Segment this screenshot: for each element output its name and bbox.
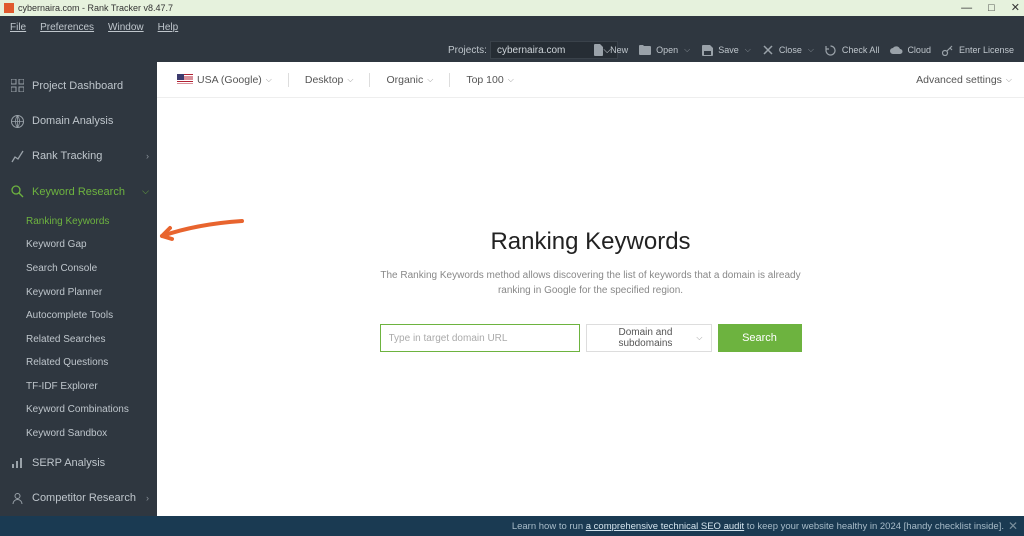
sidebar-sub-tfidf-explorer[interactable]: TF-IDF Explorer	[0, 375, 157, 399]
divider	[449, 73, 450, 87]
chevron-right-icon: ›	[146, 493, 149, 503]
projects-label: Projects:	[448, 45, 487, 56]
divider	[369, 73, 370, 87]
top-dropdown[interactable]: Top 100 ⌵	[458, 74, 521, 86]
sidebar-sub-search-console[interactable]: Search Console	[0, 257, 157, 281]
sidebar-item-rank-tracking[interactable]: Rank Tracking ›	[0, 139, 157, 174]
menu-preferences[interactable]: Preferences	[40, 22, 94, 33]
sidebar-sub-autocomplete-tools[interactable]: Autocomplete Tools	[0, 304, 157, 328]
chevron-down-icon: ⌵	[745, 45, 751, 55]
minimize-button[interactable]: —	[961, 0, 972, 16]
open-button[interactable]: Open ⌵	[638, 43, 690, 57]
sidebar-sub-related-questions[interactable]: Related Questions	[0, 351, 157, 375]
close-icon	[761, 43, 775, 57]
chevron-down-icon: ⌵	[142, 186, 149, 197]
chevron-right-icon: ›	[146, 151, 149, 161]
sidebar-item-domain-analysis[interactable]: Domain Analysis	[0, 103, 157, 138]
region-dropdown[interactable]: USA (Google) ⌵	[169, 74, 280, 86]
sidebar-item-competitor-research[interactable]: Competitor Research ›	[0, 481, 157, 516]
users-icon	[10, 491, 24, 505]
sidebar-sub-keyword-planner[interactable]: Keyword Planner	[0, 280, 157, 304]
mode-dropdown[interactable]: Organic ⌵	[378, 74, 441, 86]
maximize-button[interactable]: □	[988, 0, 995, 16]
sidebar-sub-keyword-combinations[interactable]: Keyword Combinations	[0, 398, 157, 422]
target-domain-input[interactable]	[380, 324, 580, 352]
dashboard-icon	[10, 79, 24, 93]
chevron-down-icon: ⌵	[427, 75, 433, 85]
sidebar: Project Dashboard Domain Analysis Rank T…	[0, 62, 157, 516]
chevron-down-icon: ⌵	[266, 75, 272, 85]
new-button[interactable]: New	[592, 43, 628, 57]
sidebar-sub-related-searches[interactable]: Related Searches	[0, 327, 157, 351]
enter-license-button[interactable]: Enter License	[941, 43, 1014, 57]
toolbar: Projects: cybernaira.com ⌵ New Open ⌵ Sa…	[0, 38, 1024, 62]
menu-help[interactable]: Help	[158, 22, 179, 33]
cloud-button[interactable]: Cloud	[889, 43, 931, 57]
chevron-down-icon: ⌵	[684, 45, 690, 55]
chart-icon	[10, 149, 24, 163]
sidebar-sub-keyword-gap[interactable]: Keyword Gap	[0, 233, 157, 257]
footer-link[interactable]: a comprehensive technical SEO audit	[586, 521, 744, 532]
window-titlebar: cybernaira.com - Rank Tracker v8.47.7 — …	[0, 0, 1024, 16]
footer-close-button[interactable]: ✕	[1008, 519, 1018, 533]
chevron-down-icon: ⌵	[347, 75, 353, 85]
save-icon	[700, 43, 714, 57]
bars-icon	[10, 456, 24, 470]
advanced-settings-dropdown[interactable]: Advanced settings ⌵	[916, 74, 1012, 86]
check-all-button[interactable]: Check All	[824, 43, 880, 57]
page-description: The Ranking Keywords method allows disco…	[371, 268, 811, 298]
project-selected: cybernaira.com	[497, 45, 565, 56]
sidebar-sub-ranking-keywords[interactable]: Ranking Keywords	[0, 210, 157, 234]
chevron-down-icon: ⌵	[808, 45, 814, 55]
search-icon	[10, 185, 24, 199]
chevron-down-icon: ⌵	[508, 75, 514, 85]
key-icon	[941, 43, 955, 57]
save-button[interactable]: Save ⌵	[700, 43, 751, 57]
page-title: Ranking Keywords	[157, 228, 1024, 256]
globe-icon	[10, 114, 24, 128]
search-button[interactable]: Search	[718, 324, 802, 352]
file-icon	[592, 43, 606, 57]
content-area: USA (Google) ⌵ Desktop ⌵ Organic ⌵ Top 1…	[157, 62, 1024, 516]
sidebar-item-keyword-research[interactable]: Keyword Research ⌵	[0, 174, 157, 209]
scope-dropdown[interactable]: Domain and subdomains ⌵	[586, 324, 712, 352]
footer-bar: Learn how to run a comprehensive technic…	[0, 516, 1024, 536]
divider	[288, 73, 289, 87]
usa-flag-icon	[177, 74, 193, 85]
menu-window[interactable]: Window	[108, 22, 144, 33]
menubar: File Preferences Window Help	[0, 16, 1024, 38]
app-icon	[4, 3, 14, 13]
folder-icon	[638, 43, 652, 57]
sidebar-item-project-dashboard[interactable]: Project Dashboard	[0, 68, 157, 103]
sidebar-item-serp-analysis[interactable]: SERP Analysis	[0, 445, 157, 480]
device-dropdown[interactable]: Desktop ⌵	[297, 74, 362, 86]
filter-bar: USA (Google) ⌵ Desktop ⌵ Organic ⌵ Top 1…	[157, 62, 1024, 98]
chevron-down-icon: ⌵	[1006, 75, 1012, 85]
refresh-icon	[824, 43, 838, 57]
window-title: cybernaira.com - Rank Tracker v8.47.7	[18, 3, 173, 13]
close-window-button[interactable]: ✕	[1011, 0, 1020, 16]
menu-file[interactable]: File	[10, 22, 26, 33]
footer-text: Learn how to run a comprehensive technic…	[512, 521, 1004, 532]
close-button[interactable]: Close ⌵	[761, 43, 814, 57]
cloud-icon	[889, 43, 903, 57]
chevron-down-icon: ⌵	[696, 333, 702, 343]
sidebar-sub-keyword-sandbox[interactable]: Keyword Sandbox	[0, 422, 157, 446]
